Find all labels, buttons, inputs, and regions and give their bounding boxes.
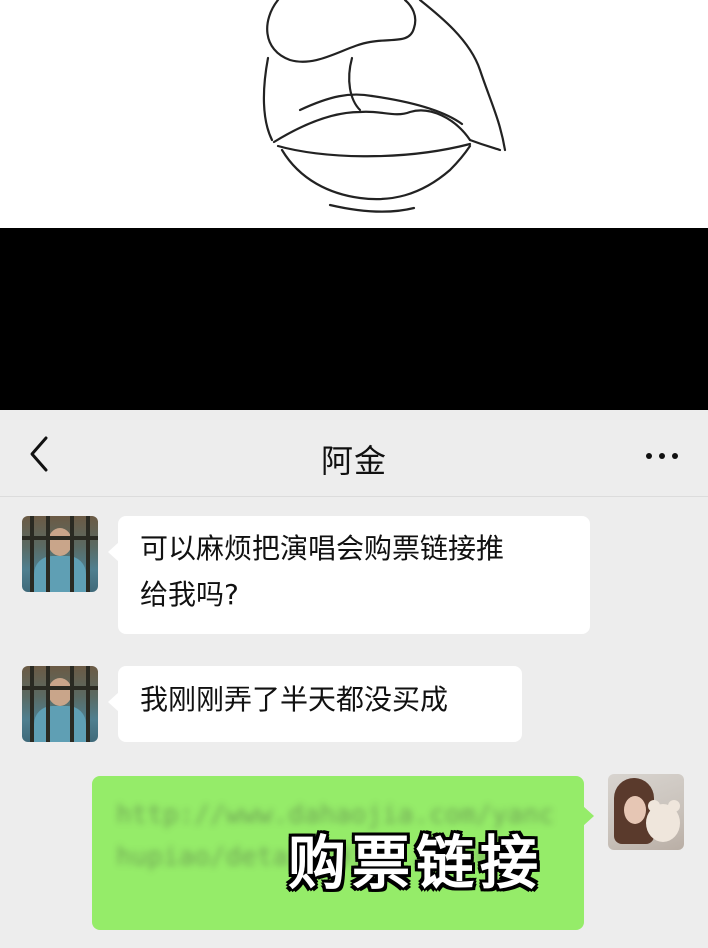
avatar-bar (86, 516, 90, 592)
avatar-bar (86, 666, 90, 742)
avatar-bar (46, 666, 50, 742)
chat-screen: 阿金 可以麻烦把演唱会购票链接推 给我吗? 我刚刚弄了半天都没买成 http:/… (0, 410, 708, 948)
more-dots-icon (646, 453, 652, 459)
sketch-illustration (0, 0, 708, 228)
lips-sketch-drawing (262, 0, 507, 213)
incoming-message-bubble[interactable]: 可以麻烦把演唱会购票链接推 给我吗? (108, 516, 590, 634)
chat-title: 阿金 (320, 442, 387, 480)
more-dot (672, 453, 678, 459)
avatar-bar (70, 666, 74, 742)
message-text: 我刚刚弄了半天都没买成 (140, 683, 449, 716)
contact-avatar[interactable] (22, 516, 98, 592)
avatar-face (624, 796, 646, 824)
more-dot (659, 453, 665, 459)
avatar-bar (70, 516, 74, 592)
message-text-line: 给我吗? (140, 578, 239, 611)
avatar-bar (30, 666, 34, 742)
incoming-message-bubble[interactable]: 我刚刚弄了半天都没买成 (108, 666, 522, 742)
contact-avatar[interactable] (22, 666, 98, 742)
more-button[interactable] (640, 440, 684, 470)
avatar-bar (22, 686, 98, 690)
self-avatar[interactable] (608, 774, 684, 850)
avatar-figure-body (34, 706, 86, 742)
message-text-line: 可以麻烦把演唱会购票链接推 (140, 532, 505, 565)
avatar-figure-body (34, 556, 86, 592)
overlay-caption: 购票链接 (288, 829, 545, 897)
black-divider-band (0, 228, 708, 410)
teddy-bear-ear (668, 800, 680, 812)
avatar-bar (46, 516, 50, 592)
avatar-bar (30, 516, 34, 592)
avatar-figure-head (48, 678, 72, 706)
chat-header: 阿金 (0, 410, 708, 497)
avatar-figure-head (48, 528, 72, 556)
avatar-bar (22, 536, 98, 540)
outgoing-link-bubble[interactable]: http://www.dahaojia.com/yanchupiao/detai… (92, 776, 594, 930)
teddy-bear-ear (648, 800, 660, 812)
